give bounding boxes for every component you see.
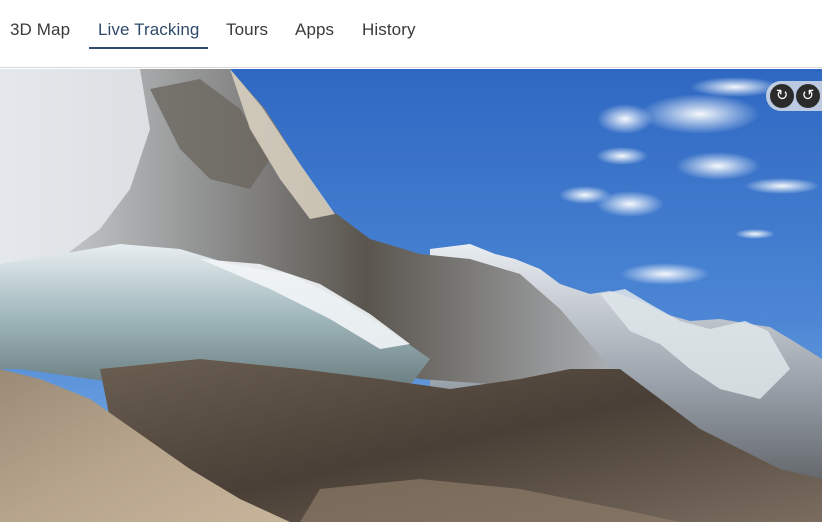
top-navigation: 3D Map Live Tracking Tours Apps History [0,0,822,68]
3d-terrain-view [0,69,822,522]
active-tab-underline [89,47,208,49]
tab-history[interactable]: History [362,20,416,40]
tab-3d-map[interactable]: 3D Map [10,20,70,40]
rotate-left-icon[interactable]: ↻ [770,84,794,108]
rotate-right-icon[interactable]: ↺ [796,84,820,108]
tab-live-tracking[interactable]: Live Tracking [98,20,199,40]
tab-apps[interactable]: Apps [295,20,334,40]
map-rotate-controls: ↻ ↺ [766,81,822,111]
tab-tours[interactable]: Tours [226,20,268,40]
3d-map-viewport[interactable]: ↻ ↺ [0,69,822,522]
